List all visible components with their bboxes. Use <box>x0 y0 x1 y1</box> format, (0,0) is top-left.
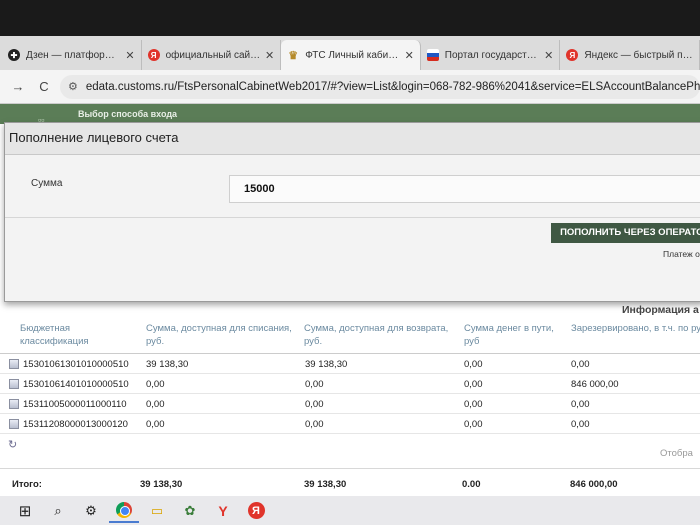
available-write-off: 0,00 <box>146 379 165 390</box>
yandex-browser-icon[interactable]: Y <box>208 499 238 523</box>
divider <box>5 217 700 218</box>
total-in-transit: 0.00 <box>462 479 481 490</box>
budget-code: 15311208000013000120 <box>23 419 128 430</box>
row-checkbox[interactable] <box>9 419 19 429</box>
budget-code: 15311005000011000110 <box>23 399 127 410</box>
column-header[interactable]: Зарезервировано, в т.ч. по руб. <box>571 322 700 335</box>
row-checkbox[interactable] <box>9 399 19 409</box>
settings-icon[interactable]: ⚙ <box>76 499 106 523</box>
dialog-title: Пополнение лицевого счета <box>5 123 700 155</box>
chrome-icon[interactable] <box>109 499 139 523</box>
budget-code: 15301061301010000510 <box>23 359 129 370</box>
yandex-logo: Я <box>247 502 265 519</box>
info-heading: Информация а <box>622 304 699 316</box>
total-label: Итого: <box>12 479 42 490</box>
column-header[interactable]: Сумма денег в пути, руб <box>464 322 564 348</box>
tab-label: Яндекс — быстрый пои <box>584 49 693 61</box>
login-method-link[interactable]: Выбор способа входа <box>78 109 177 119</box>
available-refund: 0,00 <box>305 399 324 410</box>
yandex-icon: Я <box>147 49 160 61</box>
tab-label: официальный сайт фтс р <box>165 49 261 61</box>
table-row[interactable]: 15311005000011000110 0,00 0,00 0,00 0,00 <box>0 394 700 414</box>
tab-fts-cabinet[interactable]: ♛ ФТС Личный кабинет уч ✕ <box>281 40 421 70</box>
reserved: 0,00 <box>571 419 590 430</box>
browser-tab-bar: ✚ Дзен — платформа для ✕ Я официальный с… <box>0 36 700 70</box>
dzen-icon: ✚ <box>8 49 20 61</box>
search-icon[interactable]: ⌕ <box>43 499 73 523</box>
tab-dzen[interactable]: ✚ Дзен — платформа для ✕ <box>2 40 142 70</box>
chrome-logo <box>116 501 132 518</box>
column-header[interactable]: Сумма, доступная для списания, руб. <box>146 322 296 348</box>
unknown-app-icon[interactable]: ✿ <box>175 499 205 523</box>
amount-input[interactable]: 15000 <box>229 175 700 203</box>
available-write-off: 0,00 <box>146 399 165 410</box>
row-checkbox[interactable] <box>9 379 19 389</box>
payment-note: Платеж о <box>663 249 700 259</box>
in-transit: 0,00 <box>464 399 483 410</box>
url-input[interactable]: ⚙ edata.customs.ru/FtsPersonalCabinetWeb… <box>60 74 700 99</box>
column-header[interactable]: Бюджетная классификация <box>20 322 130 348</box>
top-up-dialog: Пополнение лицевого счета Сумма 15000 ПО… <box>4 122 700 302</box>
close-icon[interactable]: ✕ <box>125 49 134 62</box>
shown-count-label: Отобра <box>660 448 693 459</box>
reserved: 846 000,00 <box>571 379 619 390</box>
pay-via-operator-button[interactable]: ПОПОЛНИТЬ ЧЕРЕЗ ОПЕРАТОР <box>551 223 700 243</box>
files-icon[interactable]: ▭ <box>142 499 172 523</box>
row-checkbox[interactable] <box>9 359 19 369</box>
column-header[interactable]: Сумма, доступная для возврата, руб. <box>304 322 458 348</box>
tab-label: Портал государственны <box>444 49 540 61</box>
available-write-off: 0,00 <box>146 419 165 430</box>
reload-icon[interactable]: C <box>34 79 54 94</box>
total-row: Итого: 39 138,30 39 138,30 0.00 846 000,… <box>0 468 700 492</box>
tab-label: Дзен — платформа для <box>26 49 121 61</box>
in-transit: 0,00 <box>464 379 483 390</box>
refresh-icon[interactable]: ↻ <box>8 438 17 451</box>
table-row[interactable]: 15311208000013000120 0,00 0,00 0,00 0,00 <box>0 414 700 434</box>
table-row[interactable]: 15301061401010000510 0,00 0,00 0,00 846 … <box>0 374 700 394</box>
available-refund: 0,00 <box>305 419 324 430</box>
available-write-off: 39 138,30 <box>146 359 189 370</box>
reserved: 0,00 <box>571 399 590 410</box>
page-content: ▫▫ Выбор способа входа Пополнение лицево… <box>0 104 700 496</box>
in-transit: 0,00 <box>464 419 483 430</box>
tab-yandex-search[interactable]: Я официальный сайт фтс р ✕ <box>142 40 282 70</box>
yandex-browser-logo: Y <box>218 502 228 519</box>
customs-emblem-icon: ♛ <box>288 49 299 62</box>
amount-label: Сумма <box>31 178 63 189</box>
in-transit: 0,00 <box>464 359 483 370</box>
url-text: edata.customs.ru/FtsPersonalCabinetWeb20… <box>85 80 700 93</box>
russia-flag-icon <box>426 49 439 61</box>
site-info-icon[interactable]: ⚙ <box>68 80 78 93</box>
budget-code: 15301061401010000510 <box>23 379 129 390</box>
tab-label: ФТС Личный кабинет уч <box>305 49 401 61</box>
reserved: 0,00 <box>571 359 590 370</box>
address-bar: → C ⚙ edata.customs.ru/FtsPersonalCabine… <box>0 70 700 104</box>
balance-table: Бюджетная классификация Сумма, доступная… <box>0 318 700 490</box>
close-icon[interactable]: ✕ <box>544 49 553 62</box>
forward-icon[interactable]: → <box>8 79 28 94</box>
close-icon[interactable]: ✕ <box>405 49 414 62</box>
available-refund: 0,00 <box>305 379 324 390</box>
table-row[interactable]: 15301061301010000510 39 138,30 39 138,30… <box>0 354 700 374</box>
yandex-icon[interactable]: Я <box>241 499 271 523</box>
total-write-off: 39 138,30 <box>140 479 183 490</box>
site-header: ▫▫ Выбор способа входа <box>0 104 700 125</box>
total-refund: 39 138,30 <box>304 479 347 490</box>
close-icon[interactable]: ✕ <box>265 49 274 62</box>
tab-gosuslugi[interactable]: Портал государственны ✕ <box>421 40 561 70</box>
table-header: Бюджетная классификация Сумма, доступная… <box>0 318 700 354</box>
windows-start-icon[interactable]: ⊞ <box>10 499 40 523</box>
available-refund: 39 138,30 <box>305 359 348 370</box>
taskbar: ⊞ ⌕ ⚙ ▭ ✿ Y Я <box>0 496 700 525</box>
yandex-icon: Я <box>566 49 579 61</box>
tab-yandex[interactable]: Я Яндекс — быстрый пои <box>560 40 700 70</box>
total-reserved: 846 000,00 <box>570 479 618 490</box>
